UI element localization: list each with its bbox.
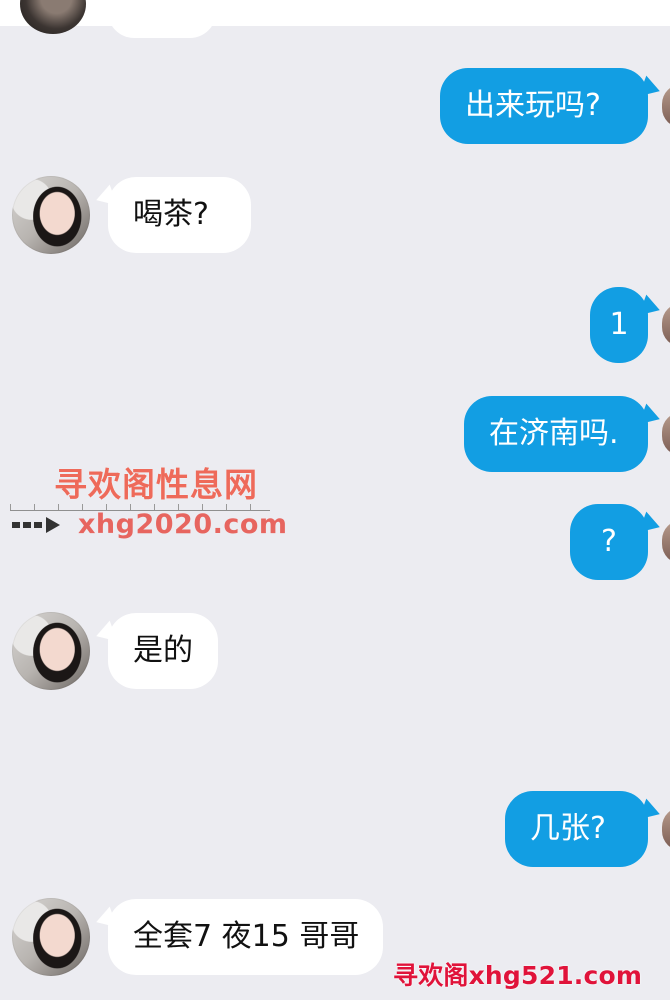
arrow-icon: [12, 516, 64, 534]
contact-avatar[interactable]: [12, 612, 90, 690]
outgoing-message-bubble[interactable]: ?: [570, 504, 648, 580]
message-text: 在济南吗.: [489, 416, 619, 451]
partial-avatar-top: [20, 0, 86, 34]
outgoing-message-bubble[interactable]: 在济南吗.: [464, 396, 648, 472]
watermark-site-name: 寻欢阁性息网: [54, 465, 258, 504]
self-avatar-edge[interactable]: [662, 807, 670, 851]
footer-watermark: 寻欢阁xhg521.com: [393, 961, 643, 990]
self-avatar-edge[interactable]: [662, 84, 670, 128]
contact-avatar[interactable]: [12, 176, 90, 254]
message-text: 1: [609, 307, 629, 342]
watermark-site-url: xhg2020.com: [78, 509, 288, 540]
message-text: ?: [601, 524, 617, 559]
message-text: 出来玩吗?: [465, 88, 601, 123]
outgoing-message-bubble[interactable]: 1: [590, 287, 648, 363]
outgoing-message-bubble[interactable]: 出来玩吗?: [440, 68, 648, 144]
incoming-message-bubble[interactable]: 喝茶?: [108, 177, 251, 253]
self-avatar-edge[interactable]: [662, 412, 670, 456]
incoming-message-bubble[interactable]: 是的: [108, 613, 218, 689]
message-text: 全套7 夜15 哥哥: [133, 919, 360, 954]
site-watermark: 寻欢阁性息网 xhg2020.com: [0, 456, 290, 546]
incoming-message-bubble[interactable]: 全套7 夜15 哥哥: [108, 899, 383, 975]
contact-avatar[interactable]: [12, 898, 90, 976]
top-bar: [0, 0, 670, 26]
self-avatar-edge[interactable]: [662, 303, 670, 347]
self-avatar-edge[interactable]: [662, 520, 670, 564]
message-text: 是的: [133, 633, 193, 668]
outgoing-message-bubble[interactable]: 几张?: [505, 791, 648, 867]
message-text: 喝茶?: [133, 197, 209, 232]
partial-message-bubble-top: [108, 0, 216, 38]
message-text: 几张?: [530, 811, 606, 846]
